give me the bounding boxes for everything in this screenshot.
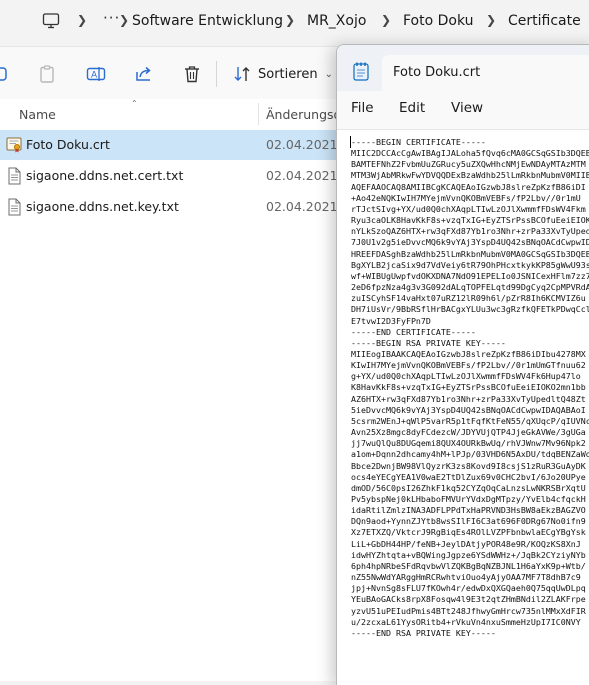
monitor-icon[interactable]	[42, 12, 60, 30]
text-editor[interactable]: -----BEGIN CERTIFICATE----- MIIC2DCCAcCg…	[337, 130, 589, 685]
sort-button[interactable]: Sortieren ⌄	[233, 64, 333, 84]
sort-label: Sortieren	[258, 66, 318, 82]
file-name: Foto Doku.crt	[26, 137, 110, 152]
breadcrumb-foto-doku[interactable]: Foto Doku	[403, 13, 474, 29]
tab-title: Foto Doku.crt	[393, 65, 481, 80]
column-header-name[interactable]: Name	[19, 107, 56, 122]
column-header-name-label: Name	[19, 107, 56, 122]
menu-edit[interactable]: Edit	[399, 100, 425, 116]
address-bar[interactable]: ❯ ··· ❯ Software Entwicklung ❯ MR_Xojo ❯…	[0, 0, 589, 44]
notepad-titlebar[interactable]: Foto Doku.crt	[337, 45, 589, 91]
text-file-icon	[8, 198, 21, 216]
chevron-right-icon: ❯	[285, 13, 296, 27]
notepad-window[interactable]: Foto Doku.crt File Edit View -----BEGIN …	[336, 44, 589, 685]
menu-view[interactable]: View	[451, 100, 483, 116]
cut-icon[interactable]	[0, 64, 10, 84]
svg-text:A: A	[91, 71, 98, 81]
column-divider[interactable]	[258, 103, 259, 125]
sort-icon	[234, 67, 250, 81]
chevron-right-icon: ❯	[486, 13, 497, 27]
chevron-right-icon: ❯	[119, 13, 130, 27]
share-icon[interactable]	[134, 64, 154, 84]
breadcrumb-mr-xojo[interactable]: MR_Xojo	[307, 13, 366, 29]
file-name: sigaone.ddns.net.cert.txt	[26, 168, 184, 183]
paste-icon[interactable]	[37, 64, 57, 84]
chevron-right-icon: ❯	[381, 13, 392, 27]
breadcrumb-software-entwicklung[interactable]: Software Entwicklung	[132, 13, 283, 29]
text-file-icon	[8, 167, 21, 185]
rename-icon[interactable]: A	[86, 64, 106, 84]
file-content: -----BEGIN CERTIFICATE----- MIIC2DCCAcCg…	[351, 137, 589, 638]
breadcrumb-certificate[interactable]: Certificate	[508, 13, 581, 29]
more-breadcrumbs-icon[interactable]: ···	[103, 9, 120, 27]
certificate-icon	[6, 137, 22, 153]
tab-foto-doku-crt[interactable]: Foto Doku.crt	[382, 55, 589, 91]
delete-icon[interactable]	[182, 64, 202, 84]
chevron-right-icon[interactable]: ❯	[77, 13, 87, 27]
notepad-menubar: File Edit View	[337, 91, 589, 130]
chevron-down-icon: ⌄	[324, 68, 333, 80]
toolbar-separator	[216, 61, 217, 87]
file-name: sigaone.ddns.net.key.txt	[26, 199, 179, 214]
notepad-app-icon	[353, 62, 369, 81]
menu-file[interactable]: File	[351, 100, 374, 116]
sort-ascending-icon: ⌃	[131, 99, 138, 108]
